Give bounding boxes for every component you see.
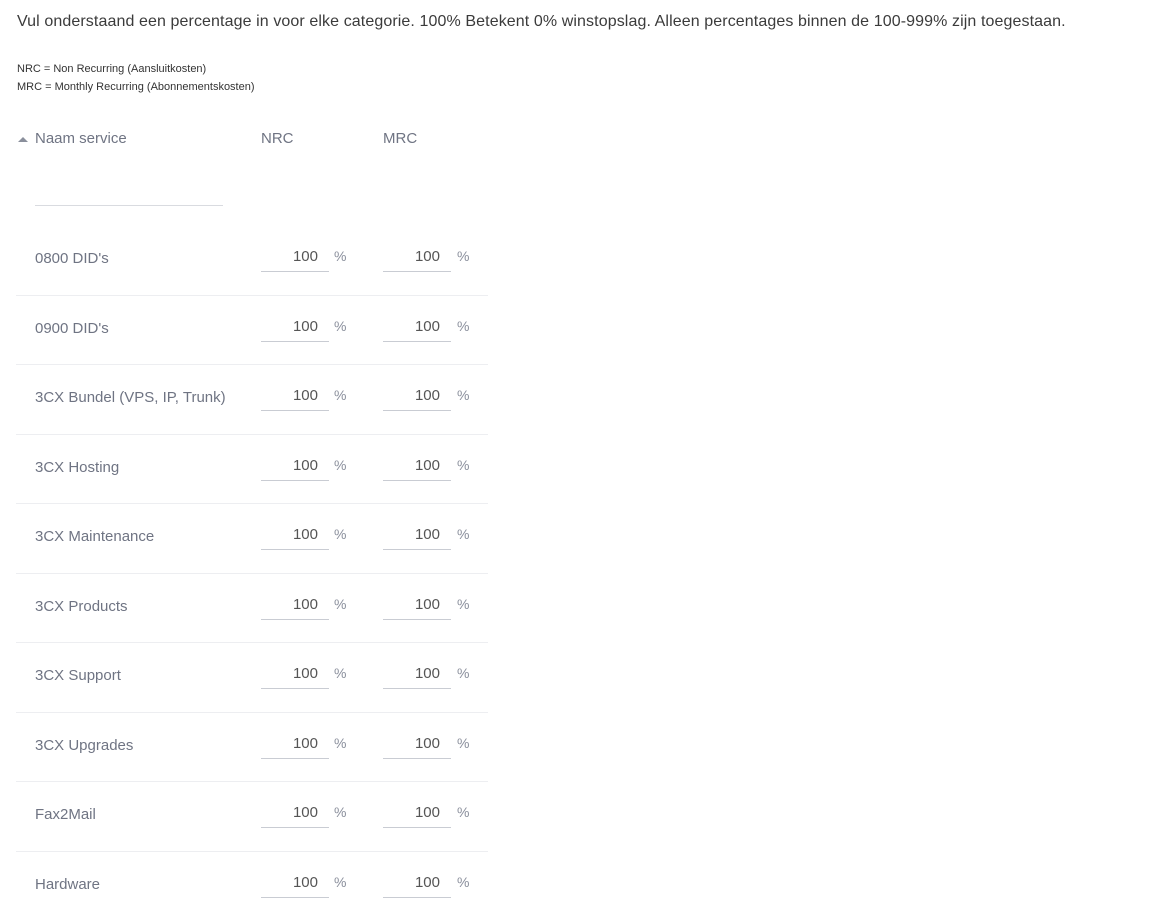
table-row: 3CX Hosting%%	[16, 435, 488, 505]
legend-mrc: MRC = Monthly Recurring (Abonnementskost…	[17, 78, 255, 96]
table-body: 0800 DID's%%0900 DID's%%3CX Bundel (VPS,…	[16, 226, 488, 921]
mrc-percent-unit: %	[457, 596, 469, 612]
service-name: Hardware	[35, 876, 100, 893]
mrc-percentage-input[interactable]	[383, 590, 451, 620]
markup-table: Naam service NRC MRC 0800 DID's%%0900 DI…	[16, 122, 488, 921]
table-header: Naam service NRC MRC	[16, 122, 488, 158]
filter-row	[16, 158, 488, 226]
service-name: 3CX Upgrades	[35, 737, 133, 754]
mrc-percentage-input[interactable]	[383, 798, 451, 828]
nrc-percentage-input[interactable]	[261, 451, 329, 481]
nrc-percent-unit: %	[334, 457, 346, 473]
mrc-percent-unit: %	[457, 387, 469, 403]
column-header-mrc: MRC	[383, 130, 417, 147]
nrc-percent-unit: %	[334, 596, 346, 612]
mrc-percent-unit: %	[457, 804, 469, 820]
mrc-percent-unit: %	[457, 457, 469, 473]
column-header-name[interactable]: Naam service	[35, 130, 127, 147]
nrc-percentage-input[interactable]	[261, 242, 329, 272]
service-name: Fax2Mail	[35, 806, 96, 823]
table-row: 0800 DID's%%	[16, 226, 488, 296]
mrc-percentage-input[interactable]	[383, 868, 451, 898]
table-row: 0900 DID's%%	[16, 296, 488, 366]
nrc-percent-unit: %	[334, 526, 346, 542]
table-row: Hardware%%	[16, 852, 488, 921]
mrc-percentage-input[interactable]	[383, 312, 451, 342]
nrc-percentage-input[interactable]	[261, 381, 329, 411]
mrc-percentage-input[interactable]	[383, 451, 451, 481]
nrc-percentage-input[interactable]	[261, 520, 329, 550]
nrc-percentage-input[interactable]	[261, 312, 329, 342]
nrc-percentage-input[interactable]	[261, 590, 329, 620]
nrc-percentage-input[interactable]	[261, 659, 329, 689]
mrc-percent-unit: %	[457, 526, 469, 542]
mrc-percentage-input[interactable]	[383, 242, 451, 272]
service-name: 3CX Maintenance	[35, 528, 154, 545]
table-row: 3CX Maintenance%%	[16, 504, 488, 574]
mrc-percent-unit: %	[457, 318, 469, 334]
nrc-percentage-input[interactable]	[261, 798, 329, 828]
nrc-percent-unit: %	[334, 874, 346, 890]
legend-nrc: NRC = Non Recurring (Aansluitkosten)	[17, 60, 255, 78]
mrc-percent-unit: %	[457, 248, 469, 264]
service-name: 3CX Products	[35, 598, 128, 615]
table-row: Fax2Mail%%	[16, 782, 488, 852]
nrc-percent-unit: %	[334, 318, 346, 334]
mrc-percent-unit: %	[457, 735, 469, 751]
nrc-percent-unit: %	[334, 665, 346, 681]
service-name: 3CX Bundel (VPS, IP, Trunk)	[35, 389, 226, 406]
service-name: 0900 DID's	[35, 320, 109, 337]
mrc-percentage-input[interactable]	[383, 729, 451, 759]
table-row: 3CX Upgrades%%	[16, 713, 488, 783]
service-name: 3CX Support	[35, 667, 121, 684]
table-row: 3CX Products%%	[16, 574, 488, 644]
sort-asc-icon[interactable]	[18, 137, 28, 142]
nrc-percentage-input[interactable]	[261, 729, 329, 759]
mrc-percentage-input[interactable]	[383, 520, 451, 550]
table-row: 3CX Support%%	[16, 643, 488, 713]
column-header-nrc: NRC	[261, 130, 294, 147]
nrc-percentage-input[interactable]	[261, 868, 329, 898]
mrc-percent-unit: %	[457, 874, 469, 890]
nrc-percent-unit: %	[334, 735, 346, 751]
mrc-percent-unit: %	[457, 665, 469, 681]
legend: NRC = Non Recurring (Aansluitkosten) MRC…	[17, 60, 255, 96]
mrc-percentage-input[interactable]	[383, 659, 451, 689]
nrc-percent-unit: %	[334, 248, 346, 264]
nrc-percent-unit: %	[334, 804, 346, 820]
intro-text: Vul onderstaand een percentage in voor e…	[17, 10, 1157, 34]
nrc-percent-unit: %	[334, 387, 346, 403]
table-row: 3CX Bundel (VPS, IP, Trunk)%%	[16, 365, 488, 435]
mrc-percentage-input[interactable]	[383, 381, 451, 411]
service-name: 3CX Hosting	[35, 459, 119, 476]
name-filter-input[interactable]	[35, 179, 223, 206]
service-name: 0800 DID's	[35, 250, 109, 267]
